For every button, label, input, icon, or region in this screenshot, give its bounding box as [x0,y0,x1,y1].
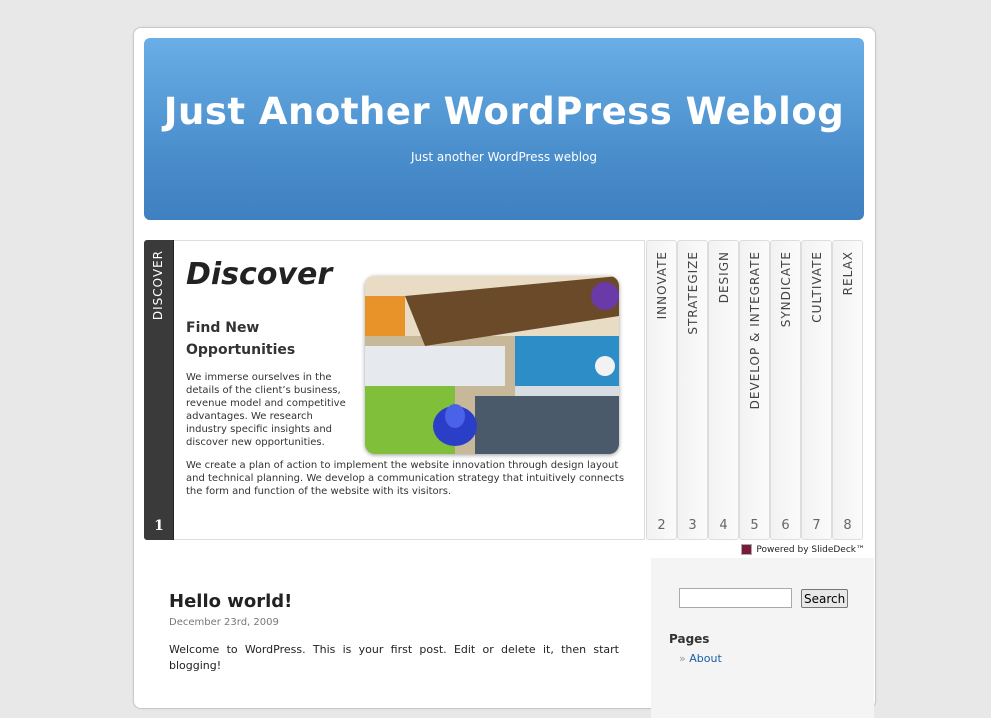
spine-develop-integrate[interactable]: DEVELOP & INTEGRATE 5 [739,240,770,540]
site-header: Just Another WordPress Weblog Just anoth… [144,38,864,220]
sidebar: Search Pages » About [651,558,874,718]
spine-innovate[interactable]: INNOVATE 2 [646,240,677,540]
spine-label: RELAX [841,251,855,296]
spine-number: 4 [719,518,728,533]
spine-number: 1 [154,518,164,534]
slide-paragraph: We immerse ourselves in the details of t… [186,372,346,448]
slide-paragraph: We create a plan of action to implement … [186,460,625,497]
spine-label: DEVELOP & INTEGRATE [748,251,762,410]
slidedeck: DISCOVER 1 Discover Find New Opportuniti… [144,240,864,540]
powered-by-slidedeck[interactable]: Powered by SlideDeck™ [741,544,865,555]
slide-subheading: Find New Opportunities [186,320,296,358]
powered-by-text: Powered by SlideDeck™ [756,544,865,555]
post-date: December 23rd, 2009 [169,617,279,628]
pages-item-about[interactable]: » About [679,652,722,665]
spine-number: 2 [657,518,666,533]
spine-number: 6 [781,518,790,533]
page-container: Just Another WordPress Weblog Just anoth… [133,27,876,718]
spine-label: STRATEGIZE [686,251,700,335]
site-description: Just another WordPress weblog [410,150,597,164]
post-title[interactable]: Hello world! [169,591,292,612]
search-button[interactable]: Search [801,589,849,608]
spine-strategize[interactable]: STRATEGIZE 3 [677,240,708,540]
bullet-icon: » [679,652,690,665]
slide-heading: Discover [186,257,333,292]
site-title[interactable]: Just Another WordPress Weblog [144,90,864,133]
spine-discover[interactable]: DISCOVER 1 [144,240,181,540]
spine-label: DESIGN [717,251,731,304]
slidedeck-logo-icon [741,544,753,555]
spine-label: CULTIVATE [810,251,824,323]
slide-image [365,276,619,454]
spine-number: 5 [750,518,759,533]
spine-cultivate[interactable]: CULTIVATE 7 [801,240,832,540]
spine-number: 3 [688,518,697,533]
spine-number: 8 [843,518,852,533]
spine-number: 7 [812,518,821,533]
spine-label: INNOVATE [655,251,669,320]
search-input[interactable] [679,588,792,608]
spine-syndicate[interactable]: SYNDICATE 6 [770,240,801,540]
spine-label: SYNDICATE [779,251,793,328]
spine-label: DISCOVER [151,250,165,321]
post-body: Welcome to WordPress. This is your first… [169,643,619,672]
pages-item-label[interactable]: About [689,652,722,665]
pages-widget-title: Pages [669,632,710,646]
slide-content: Discover Find New Opportunities We immer… [174,240,645,540]
spine-relax[interactable]: RELAX 8 [832,240,863,540]
spine-design[interactable]: DESIGN 4 [708,240,739,540]
